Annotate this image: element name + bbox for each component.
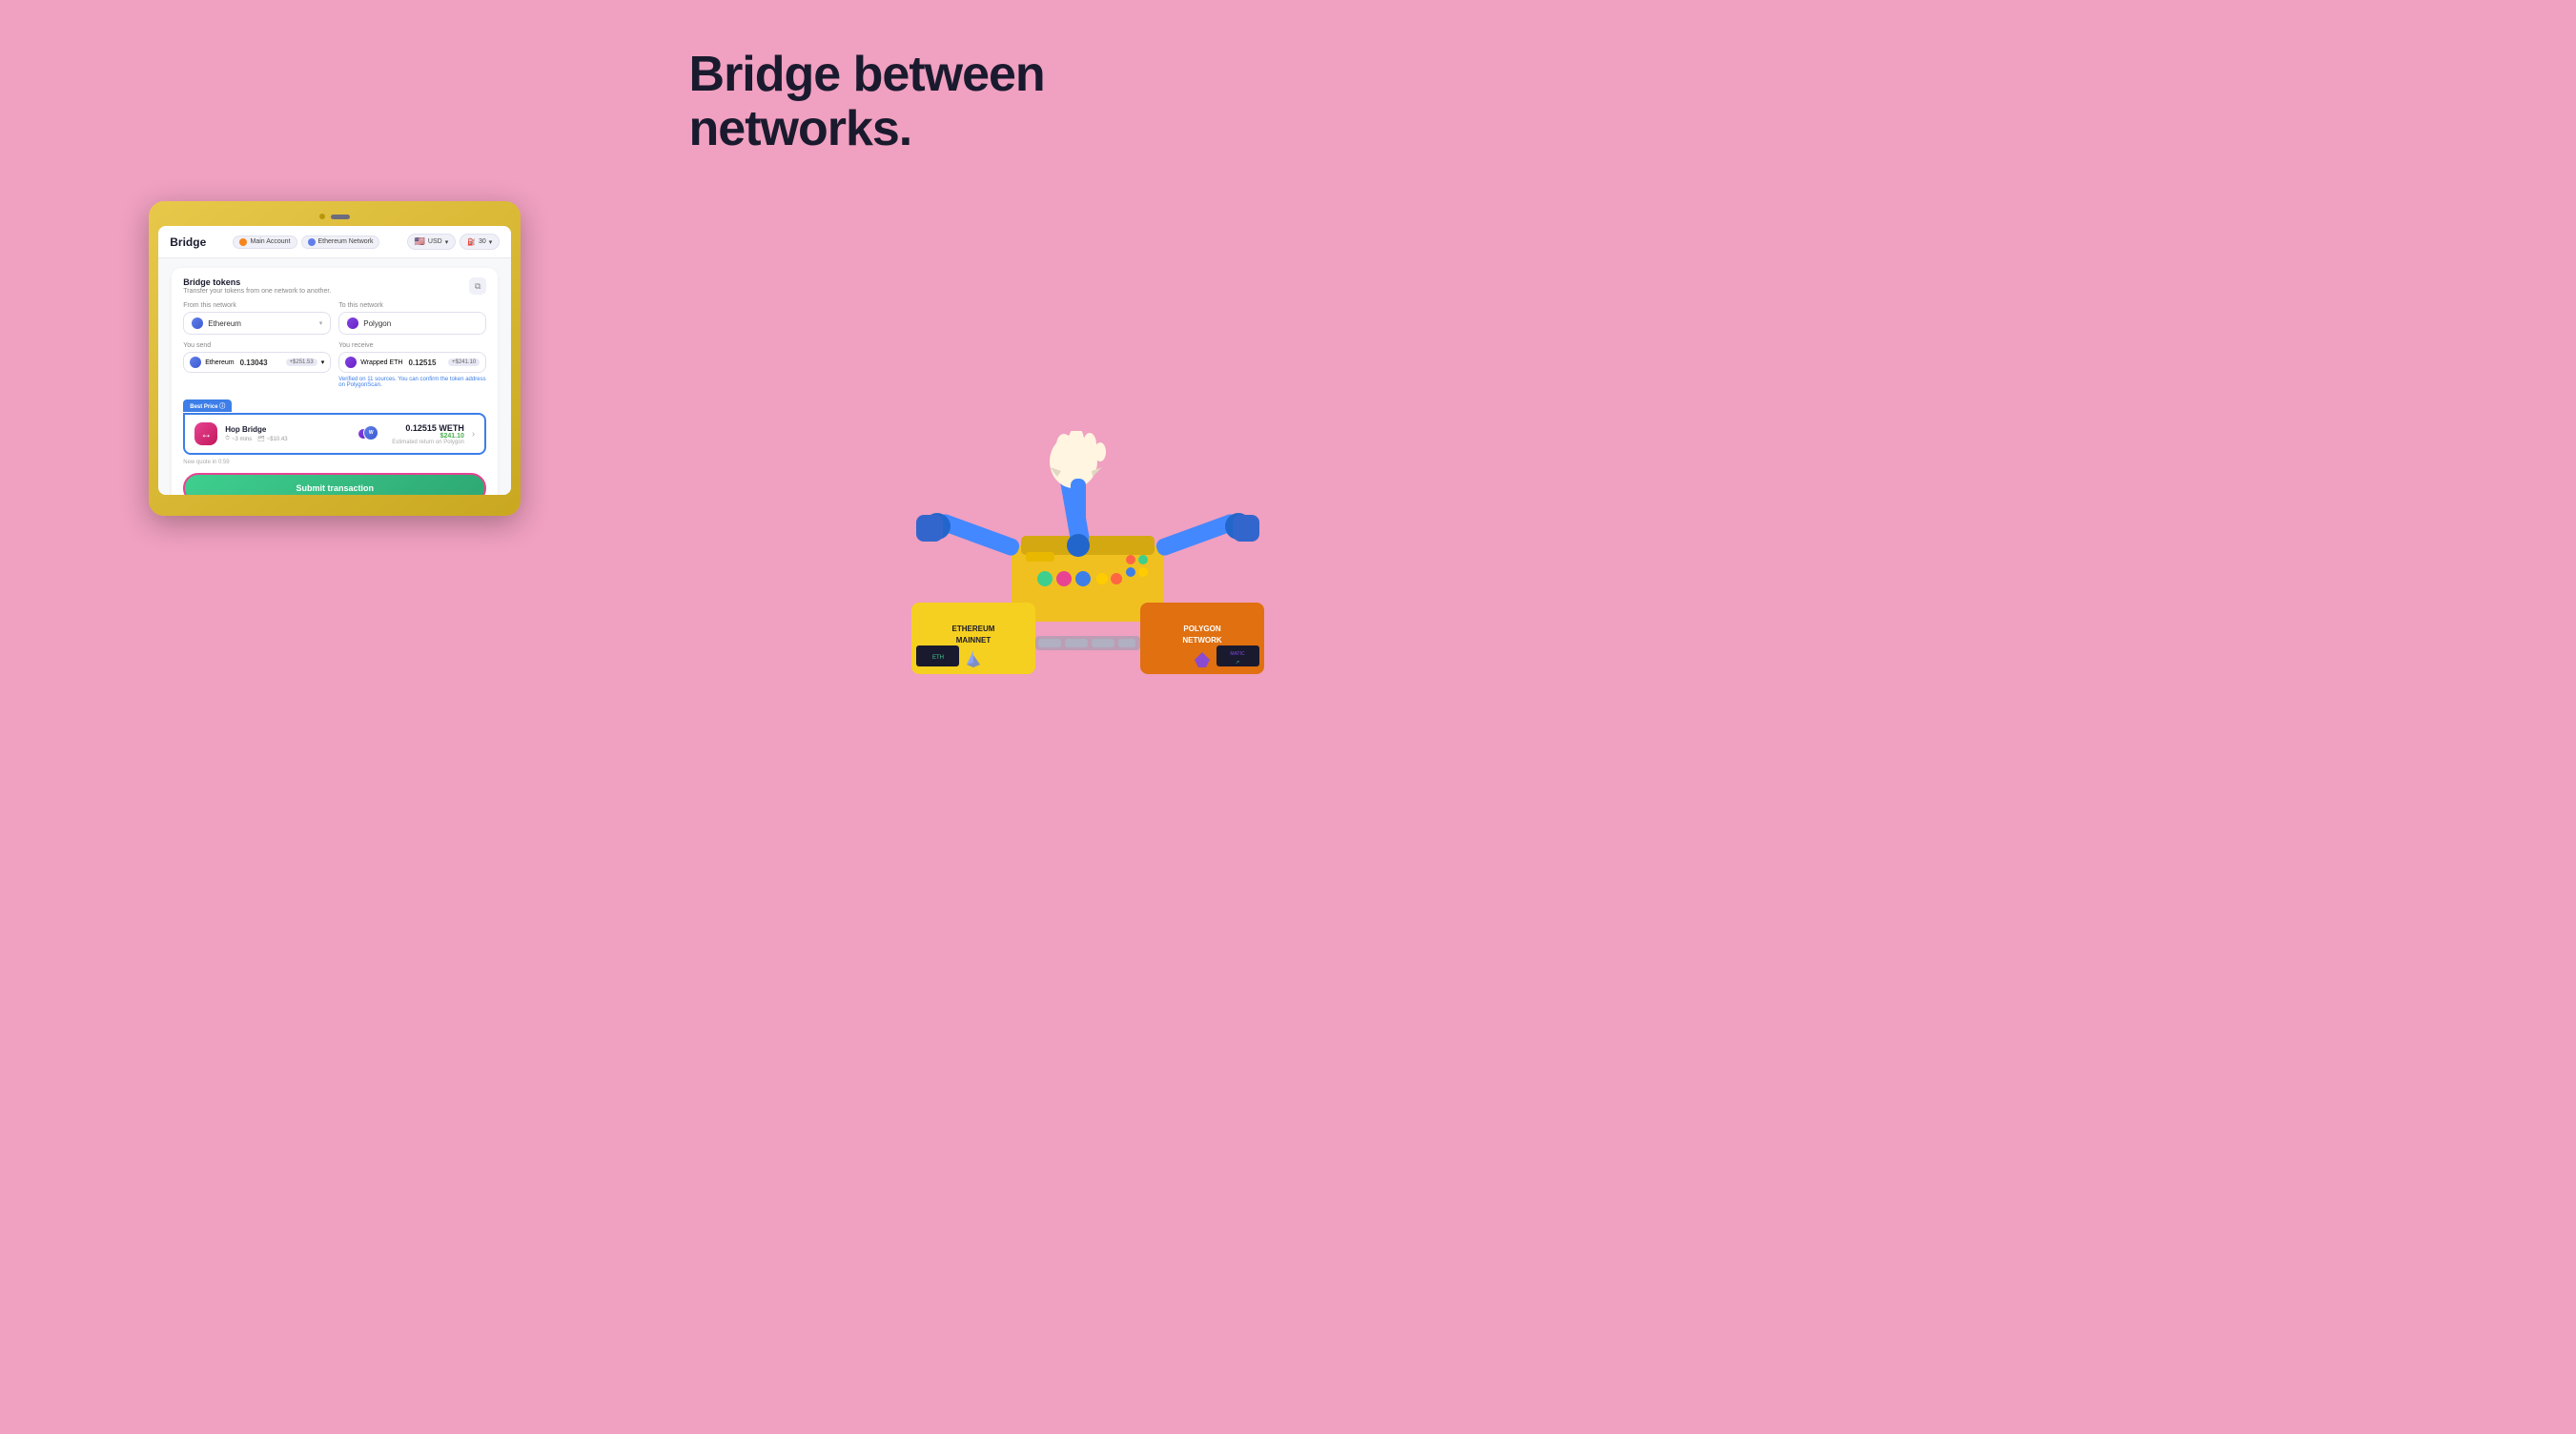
route-time: ⏱ ~3 mins [225,436,252,442]
hop-bridge-icon: ↔ [194,422,217,445]
send-amount: 0.13043 [240,358,268,367]
app-body: Bridge tokens Transfer your tokens from … [158,258,511,495]
svg-text:POLYGON: POLYGON [1183,625,1220,633]
you-receive-input[interactable]: Wrapped ETH 0.12515 +$241.10 [338,352,486,373]
to-network-select[interactable]: Polygon [338,312,486,335]
best-price-section: Best Price ⓘ ↔ Hop Bridge ⏱ ~3 mins [183,396,486,455]
right-panel: Bridge between networks. [670,0,1288,717]
chevron-down-icon-send: ▾ [321,358,325,366]
fee-icon: 🗂 [257,436,265,442]
header-right: 🇺🇸 USD ▾ ⛽ 30 ▾ [407,234,501,250]
bridge-illustration-svg: ETHEREUM MAINNET ETH POLYGON NETWORK MAT… [897,431,1278,698]
you-send-input[interactable]: Ethereum 0.13043 +$251.53 ▾ [183,352,331,373]
quote-timer: New quote in 0:59 [183,460,486,465]
gas-selector[interactable]: ⛽ 30 ▾ [460,234,500,250]
route-usd-amount: $241.10 [392,433,464,440]
svg-text:NETWORK: NETWORK [1182,636,1222,645]
verified-text: Verified on 11 sources. You can confirm … [338,377,486,388]
laptop-notch [158,211,511,222]
you-receive-group: You receive Wrapped ETH 0.12515 +$241.10… [338,342,486,388]
receive-token-icon [345,357,357,368]
send-usd: +$251.53 [286,358,317,366]
chevron-right-icon: › [472,429,475,440]
network-row: From this network Ethereum ▾ To this net… [183,302,486,335]
route-fee: 🗂 ~$10.43 [257,436,287,442]
route-name: Hop Bridge [225,425,350,434]
clock-icon: ⏱ [225,436,230,442]
app-header: Bridge Main Account Ethereum Network 🇺🇸 … [158,226,511,258]
svg-text:ETH: ETH [932,655,944,661]
best-price-badge: Best Price ⓘ [183,399,232,412]
receive-token-name: Wrapped ETH [360,359,402,366]
currency-selector[interactable]: 🇺🇸 USD ▾ [407,234,457,250]
polygon-network-icon [347,318,358,329]
chevron-down-icon-from: ▾ [319,319,323,327]
card-subtitle: Transfer your tokens from one network to… [183,288,331,295]
polygonscan-link[interactable]: PolygonScan. [347,382,382,388]
route-amount: 0.12515 WETH $241.10 Estimated return on… [392,423,464,445]
you-send-label: You send [183,342,331,349]
route-card[interactable]: ↔ Hop Bridge ⏱ ~3 mins 🗂 [183,413,486,455]
route-info: Hop Bridge ⏱ ~3 mins 🗂 ~$10.43 [225,425,350,442]
token-icons: W [358,425,384,442]
send-token-name: Ethereum [205,359,234,366]
to-network-group: To this network Polygon [338,302,486,335]
token-row: You send Ethereum 0.13043 +$251.53 ▾ You… [183,342,486,388]
svg-text:MATIC: MATIC [1230,651,1245,657]
to-network-label: To this network [338,302,486,309]
svg-text:ETHEREUM: ETHEREUM [952,625,995,633]
header-badges: Main Account Ethereum Network [233,236,379,249]
laptop-camera [319,214,325,219]
laptop-screen: Bridge Main Account Ethereum Network 🇺🇸 … [158,226,511,495]
ethereum-network-icon [192,318,203,329]
left-panel: Bridge Main Account Ethereum Network 🇺🇸 … [0,0,670,717]
main-account-badge[interactable]: Main Account [233,236,296,249]
card-title-group: Bridge tokens Transfer your tokens from … [183,277,331,295]
from-network-value: Ethereum [208,319,241,328]
receive-amount: 0.12515 [408,358,436,367]
gas-icon: ⛽ [467,238,476,246]
copy-button[interactable]: ⧉ [469,277,486,295]
machine-illustration: ETHEREUM MAINNET ETH POLYGON NETWORK MAT… [897,431,1278,698]
you-send-group: You send Ethereum 0.13043 +$251.53 ▾ [183,342,331,388]
app-title: Bridge [170,236,206,249]
you-receive-label: You receive [338,342,486,349]
receive-usd: +$241.10 [448,358,480,366]
hero-line-1: Bridge between [689,48,1250,102]
hero-text: Bridge between networks. [689,48,1250,156]
hero-line-2: networks. [689,102,1250,156]
route-sublabel: Estimated return on Polygon [392,440,464,445]
route-meta: ⏱ ~3 mins 🗂 ~$10.43 [225,436,350,442]
svg-text:↗: ↗ [1236,660,1239,666]
weth-icon: W [363,425,378,440]
route-weth-amount: 0.12515 WETH [392,423,464,433]
card-header: Bridge tokens Transfer your tokens from … [183,277,486,295]
laptop-mockup: Bridge Main Account Ethereum Network 🇺🇸 … [149,201,521,516]
network-badge[interactable]: Ethereum Network [301,236,380,249]
chevron-down-icon-gas: ▾ [489,238,493,246]
ethereum-icon [308,238,316,246]
from-network-label: From this network [183,302,331,309]
metamask-icon [239,238,247,246]
send-token-icon [190,357,201,368]
from-network-select[interactable]: Ethereum ▾ [183,312,331,335]
submit-transaction-button[interactable]: Submit transaction [183,473,486,495]
card-title: Bridge tokens [183,277,331,287]
from-network-group: From this network Ethereum ▾ [183,302,331,335]
bridge-card: Bridge tokens Transfer your tokens from … [172,268,498,495]
to-network-value: Polygon [363,319,391,328]
chevron-down-icon: ▾ [445,238,449,246]
svg-text:MAINNET: MAINNET [956,636,992,645]
laptop-indicator [331,215,350,219]
flag-icon: 🇺🇸 [415,236,425,247]
